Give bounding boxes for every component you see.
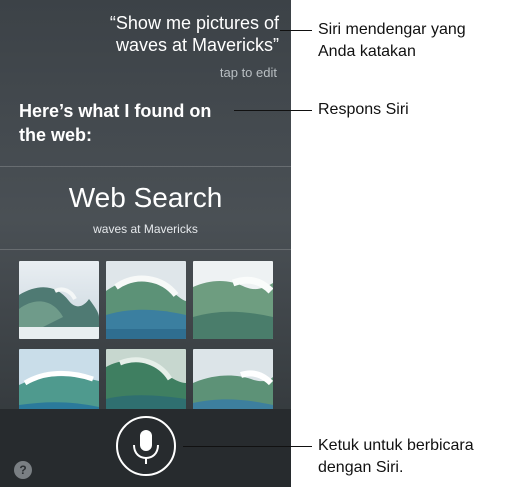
siri-screen: “Show me pictures of waves at Mavericks”… — [0, 0, 291, 487]
query-line-1: “Show me pictures of — [109, 13, 279, 33]
wave-image-result[interactable] — [19, 261, 99, 339]
callout-heard-line-1: Siri mendengar yang — [318, 21, 466, 38]
callout-response: Respons Siri — [318, 101, 409, 118]
microphone-button[interactable] — [116, 416, 176, 476]
divider — [0, 166, 291, 167]
siri-response: Here’s what I found on the web: — [19, 99, 249, 147]
callout-tap-line-2: dengan Siri. — [318, 459, 404, 476]
question-mark-icon[interactable]: ? — [14, 461, 32, 479]
spoken-query[interactable]: “Show me pictures of waves at Mavericks” — [9, 12, 279, 56]
callout-leader — [280, 30, 312, 31]
tap-to-edit-link[interactable]: tap to edit — [220, 65, 277, 80]
callout-heard: Siri mendengar yang Anda katakan — [318, 19, 466, 63]
divider — [0, 249, 291, 250]
web-search-title: Web Search — [68, 182, 223, 213]
callout-tap: Ketuk untuk berbicara dengan Siri. — [318, 435, 474, 479]
microphone-icon — [133, 430, 159, 464]
callout-leader — [234, 110, 312, 111]
callout-leader — [183, 446, 312, 447]
response-line-1: Here’s what I found on — [19, 101, 212, 121]
query-line-2: waves at Mavericks” — [115, 35, 279, 55]
callout-heard-line-2: Anda katakan — [318, 43, 416, 60]
wave-image-result[interactable] — [106, 261, 186, 339]
web-search-query: waves at Mavericks — [93, 222, 198, 236]
callout-tap-line-1: Ketuk untuk berbicara — [318, 437, 474, 454]
response-line-2: the web: — [19, 125, 93, 145]
wave-image-result[interactable] — [193, 261, 273, 339]
